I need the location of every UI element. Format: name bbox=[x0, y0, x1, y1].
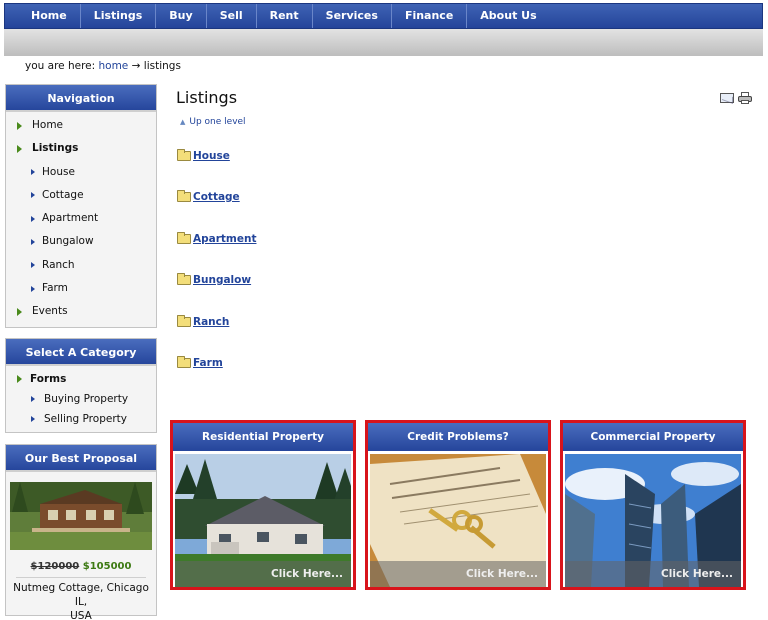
folder-item-farm[interactable]: Farm bbox=[177, 356, 223, 369]
folder-icon bbox=[177, 190, 191, 202]
arrow-right-icon bbox=[31, 215, 35, 222]
promo-card-residential[interactable]: Residential Property Click Here... bbox=[170, 420, 356, 590]
arrow-right-icon bbox=[31, 285, 35, 292]
breadcrumb-prefix: you are here: bbox=[25, 60, 96, 72]
page-title: Listings bbox=[176, 88, 238, 107]
sidebar-item-bungalow[interactable]: Bungalow bbox=[6, 230, 156, 253]
arrow-right-icon bbox=[31, 238, 35, 245]
proposal-caption-line2: USA bbox=[70, 610, 92, 620]
arrow-right-icon bbox=[31, 415, 35, 422]
sidebar-item-home[interactable]: Home bbox=[6, 114, 156, 137]
folder-icon bbox=[177, 149, 191, 161]
folder-item-ranch[interactable]: Ranch bbox=[177, 315, 229, 328]
category-item-selling-property[interactable]: Selling Property bbox=[6, 409, 156, 429]
topnav-finance[interactable]: Finance bbox=[392, 4, 468, 28]
sidebar-item-ranch[interactable]: Ranch bbox=[6, 254, 156, 277]
sidebar-item-cottage[interactable]: Cottage bbox=[6, 184, 156, 207]
breadcrumb-home-link[interactable]: home bbox=[99, 60, 129, 72]
up-one-level-link[interactable]: ▲ Up one level bbox=[180, 117, 246, 127]
folder-icon bbox=[177, 315, 191, 327]
folder-icon bbox=[177, 273, 191, 285]
sidebar-item-farm[interactable]: Farm bbox=[6, 277, 156, 300]
click-here-link[interactable]: Click Here... bbox=[565, 561, 741, 587]
header-bar bbox=[4, 29, 763, 56]
navigation-title: Navigation bbox=[6, 85, 156, 112]
proposal-photo[interactable] bbox=[10, 482, 152, 550]
category-item-forms[interactable]: Forms bbox=[6, 369, 156, 389]
folder-icon bbox=[177, 232, 191, 244]
click-here-link[interactable]: Click Here... bbox=[175, 561, 351, 587]
email-icon[interactable] bbox=[720, 93, 734, 103]
navigation-box: Navigation Home Listings House Cottage A… bbox=[5, 84, 157, 328]
arrow-right-icon bbox=[17, 145, 22, 154]
promo-card-credit[interactable]: Credit Problems? Click Here... bbox=[365, 420, 551, 590]
arrow-right-icon bbox=[31, 192, 35, 199]
cottage-image bbox=[10, 482, 152, 550]
click-here-link[interactable]: Click Here... bbox=[370, 561, 546, 587]
print-icon[interactable] bbox=[738, 92, 752, 104]
caret-up-icon: ▲ bbox=[180, 118, 186, 126]
proposal-box: Our Best Proposal $120000 $105000 Nutmeg… bbox=[5, 444, 157, 620]
proposal-title: Our Best Proposal bbox=[6, 445, 156, 472]
skyscrapers-image: Click Here... bbox=[565, 454, 741, 587]
folder-item-bungalow[interactable]: Bungalow bbox=[177, 273, 251, 286]
breadcrumb-arrow: → bbox=[131, 60, 141, 72]
mortgage-keys-image: Click Here... bbox=[370, 454, 546, 587]
arrow-right-icon bbox=[31, 262, 35, 269]
category-box: Select A Category Forms Buying Property … bbox=[5, 338, 157, 433]
promo-card-title: Residential Property bbox=[173, 423, 353, 451]
topnav-sell[interactable]: Sell bbox=[207, 4, 257, 28]
folder-item-apartment[interactable]: Apartment bbox=[177, 232, 256, 245]
breadcrumb-current: listings bbox=[143, 60, 181, 72]
arrow-right-icon bbox=[17, 122, 22, 130]
new-price: $105000 bbox=[82, 561, 132, 572]
folder-item-cottage[interactable]: Cottage bbox=[177, 190, 240, 203]
topnav-listings[interactable]: Listings bbox=[81, 4, 157, 28]
topnav-home[interactable]: Home bbox=[5, 4, 81, 28]
topnav-services[interactable]: Services bbox=[313, 4, 392, 28]
breadcrumb: you are here: home → listings bbox=[25, 60, 181, 72]
arrow-right-icon bbox=[17, 308, 22, 317]
promo-card-title: Credit Problems? bbox=[368, 423, 548, 451]
arrow-right-icon bbox=[31, 169, 35, 176]
arrow-right-icon bbox=[17, 375, 22, 383]
proposal-caption: Nutmeg Cottage, Chicago IL, USA bbox=[6, 581, 156, 620]
folder-icon bbox=[177, 356, 191, 368]
category-title: Select A Category bbox=[6, 339, 156, 366]
topnav-buy[interactable]: Buy bbox=[156, 4, 207, 28]
old-price: $120000 bbox=[30, 561, 80, 572]
folder-item-house[interactable]: House bbox=[177, 149, 230, 162]
residential-house-image: Click Here... bbox=[175, 454, 351, 587]
sidebar-item-listings[interactable]: Listings bbox=[6, 137, 156, 160]
promo-card-title: Commercial Property bbox=[563, 423, 743, 451]
arrow-right-icon bbox=[31, 395, 35, 402]
sidebar-item-house[interactable]: House bbox=[6, 161, 156, 184]
topnav-about-us[interactable]: About Us bbox=[467, 4, 549, 28]
category-item-buying-property[interactable]: Buying Property bbox=[6, 389, 156, 409]
topnav-rent[interactable]: Rent bbox=[257, 4, 313, 28]
sidebar-item-events[interactable]: Events bbox=[6, 300, 156, 323]
sidebar-item-apartment[interactable]: Apartment bbox=[6, 207, 156, 230]
top-navigation: Home Listings Buy Sell Rent Services Fin… bbox=[4, 3, 763, 29]
promo-card-commercial[interactable]: Commercial Property Click Here... bbox=[560, 420, 746, 590]
proposal-caption-line1: Nutmeg Cottage, Chicago IL, bbox=[13, 582, 149, 608]
